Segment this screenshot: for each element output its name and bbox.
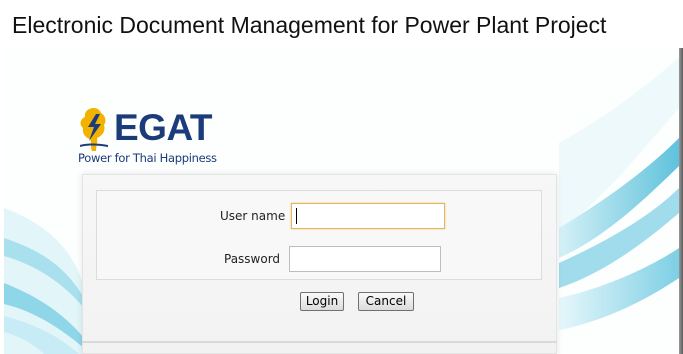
egat-logo: EGAT Power for Thai Happiness (74, 105, 244, 167)
username-input[interactable] (291, 203, 445, 229)
logo-tagline: Power for Thai Happiness (78, 151, 217, 165)
page-title: Electronic Document Management for Power… (12, 12, 607, 38)
text-caret (296, 208, 297, 224)
window-edge-shadow (679, 48, 683, 354)
cancel-button[interactable]: Cancel (358, 292, 414, 311)
username-label: User name (220, 209, 286, 223)
password-input[interactable] (289, 246, 441, 272)
thai-map-lightning-icon (80, 108, 108, 151)
password-label: Password (224, 252, 281, 266)
panel-divider (82, 341, 557, 343)
login-button[interactable]: Login (300, 292, 344, 311)
logo-wordmark: EGAT (114, 107, 213, 148)
